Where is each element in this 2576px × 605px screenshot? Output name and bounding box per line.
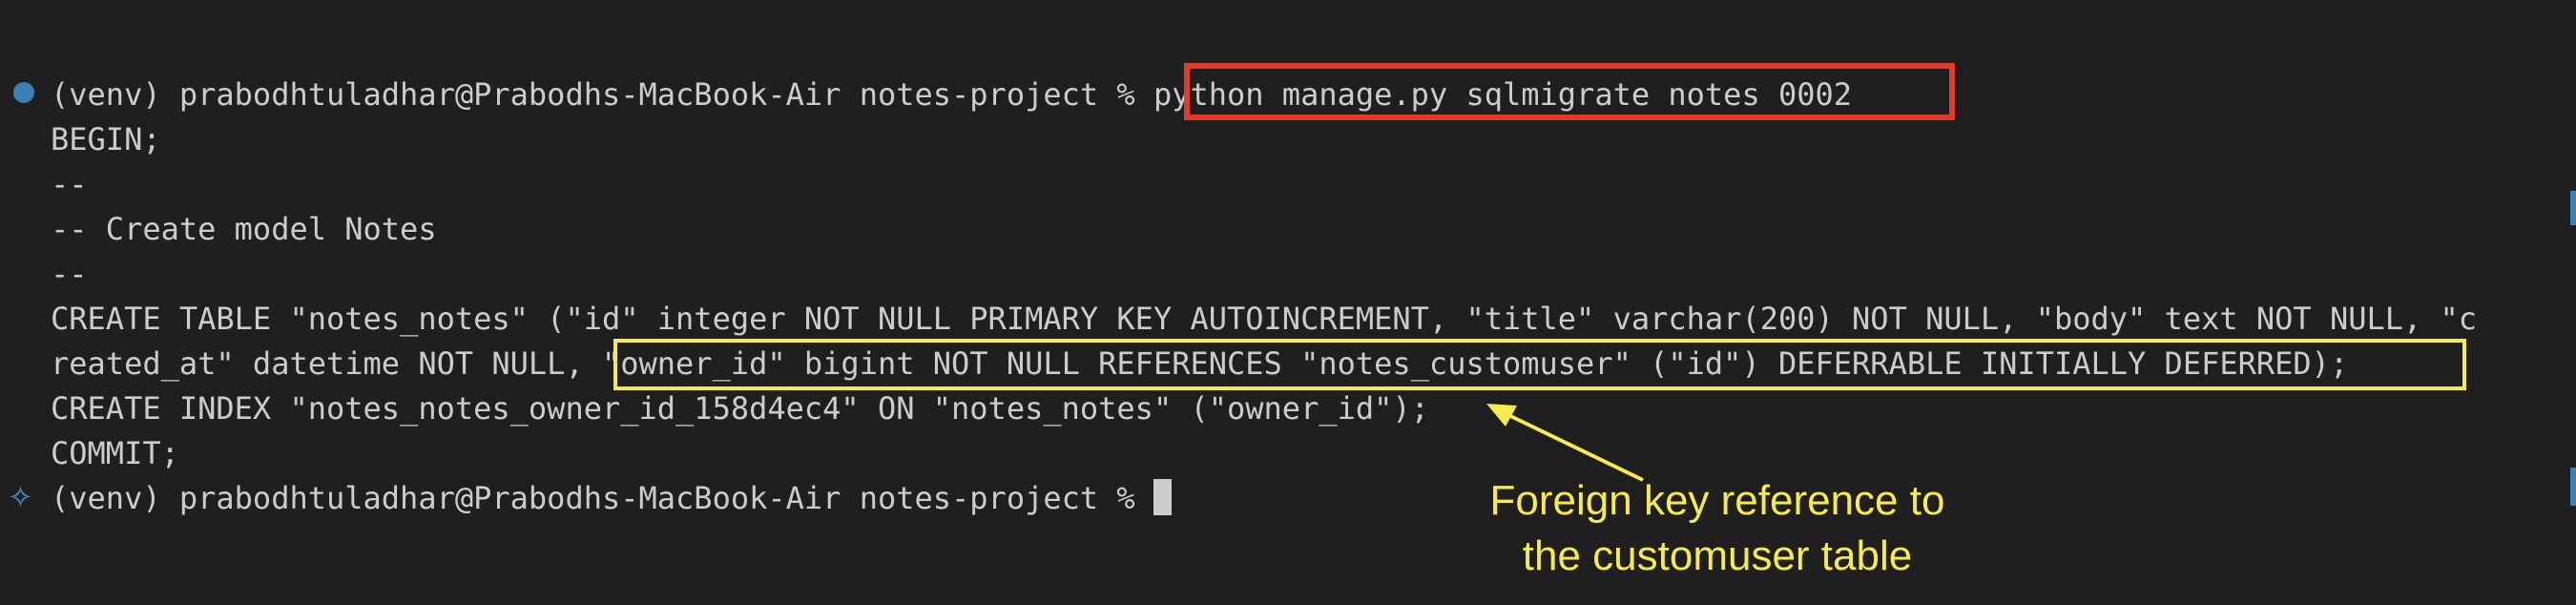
callout-arrow-icon <box>1486 404 1644 482</box>
terminal-window[interactable]: (venv) prabodhtuladhar@Prabodhs-MacBook-… <box>0 0 2576 605</box>
annotation-line-2: the customuser table <box>1522 532 1913 579</box>
scrollbar-marker[interactable] <box>2570 191 2576 225</box>
annotation-callout: Foreign key reference to the customuser … <box>1412 473 2023 584</box>
annotation-line-1: Foreign key reference to <box>1489 477 1945 524</box>
scrollbar-marker[interactable] <box>2570 468 2576 506</box>
